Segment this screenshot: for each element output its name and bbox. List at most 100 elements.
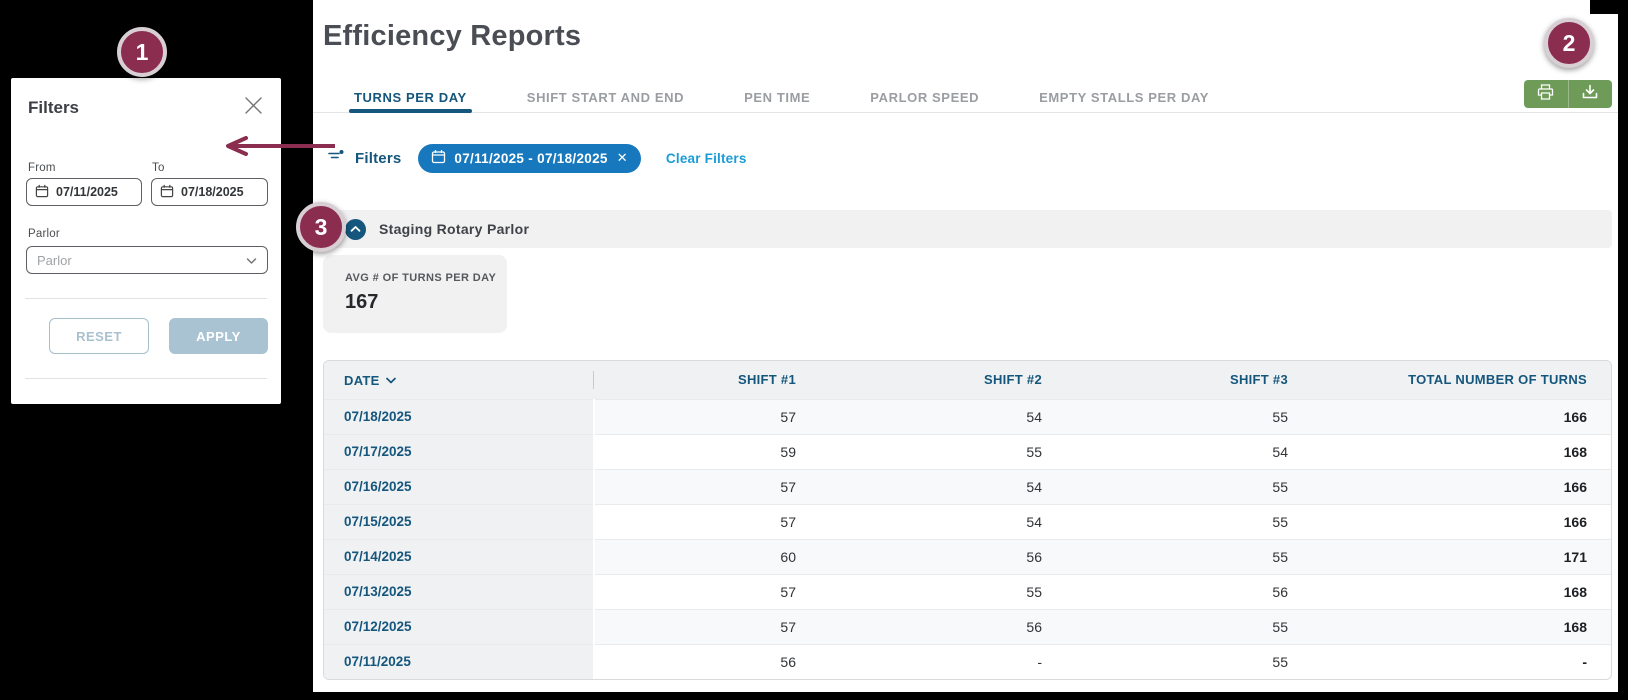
shift2-value: 56 bbox=[820, 539, 1066, 574]
from-label: From bbox=[28, 162, 56, 174]
download-icon bbox=[1582, 84, 1598, 105]
total-turns-value: 168 bbox=[1312, 574, 1611, 609]
tab-label: EMPTY STALLS PER DAY bbox=[1039, 90, 1209, 105]
date-range-text: 07/11/2025 - 07/18/2025 bbox=[454, 151, 607, 166]
from-date-input[interactable]: 07/11/2025 bbox=[26, 178, 142, 206]
column-header-shift3: SHIFT #3 bbox=[1066, 361, 1312, 399]
total-turns-value: 166 bbox=[1312, 469, 1611, 504]
table-row: 07/13/2025 57 55 56 168 bbox=[324, 574, 1611, 609]
tab-label: SHIFT START AND END bbox=[527, 90, 684, 105]
annotation-arrow bbox=[220, 135, 338, 157]
annotation-circle-3: 3 bbox=[296, 202, 346, 252]
date-link[interactable]: 07/12/2025 bbox=[324, 609, 594, 644]
parlor-select-placeholder: Parlor bbox=[37, 253, 72, 268]
total-turns-value: 171 bbox=[1312, 539, 1611, 574]
date-link[interactable]: 07/13/2025 bbox=[324, 574, 594, 609]
parlor-select[interactable]: Parlor bbox=[26, 246, 268, 274]
date-link[interactable]: 07/17/2025 bbox=[324, 434, 594, 469]
tab-label: TURNS PER DAY bbox=[354, 90, 467, 105]
shift3-value: 55 bbox=[1066, 609, 1312, 644]
shift2-value: 55 bbox=[820, 434, 1066, 469]
download-button[interactable] bbox=[1568, 80, 1613, 108]
report-tab[interactable]: PEN TIME bbox=[744, 82, 810, 112]
report-tab[interactable]: PARLOR SPEED bbox=[870, 82, 979, 112]
shift3-value: 56 bbox=[1066, 574, 1312, 609]
shift2-value: 55 bbox=[820, 574, 1066, 609]
report-tab[interactable]: TURNS PER DAY bbox=[354, 82, 467, 112]
shift1-value: 57 bbox=[594, 574, 820, 609]
table-row: 07/12/2025 57 56 55 168 bbox=[324, 609, 1611, 644]
efficiency-reports-pane: Efficiency Reports TURNS PER DAY SHIFT S… bbox=[313, 0, 1618, 692]
shift3-value: 55 bbox=[1066, 399, 1312, 434]
filters-panel-title: Filters bbox=[28, 98, 79, 118]
date-link[interactable]: 07/11/2025 bbox=[324, 644, 594, 679]
calendar-icon bbox=[160, 184, 174, 201]
avg-turns-value: 167 bbox=[345, 291, 507, 314]
report-tab[interactable]: EMPTY STALLS PER DAY bbox=[1039, 82, 1209, 112]
remove-filter-icon[interactable]: ✕ bbox=[617, 150, 628, 166]
column-header-date[interactable]: DATE bbox=[324, 361, 594, 399]
reset-button[interactable]: RESET bbox=[49, 318, 149, 354]
total-turns-value: 168 bbox=[1312, 609, 1611, 644]
total-turns-value: 166 bbox=[1312, 399, 1611, 434]
report-tab[interactable]: SHIFT START AND END bbox=[527, 82, 684, 112]
shift3-value: 55 bbox=[1066, 504, 1312, 539]
filters-bar-label[interactable]: Filters bbox=[355, 150, 401, 167]
close-icon[interactable] bbox=[244, 96, 263, 120]
date-link[interactable]: 07/16/2025 bbox=[324, 469, 594, 504]
from-date-value: 07/11/2025 bbox=[56, 185, 118, 199]
tab-label: PARLOR SPEED bbox=[870, 90, 979, 105]
divider bbox=[25, 378, 267, 379]
to-date-input[interactable]: 07/18/2025 bbox=[151, 178, 268, 206]
apply-button[interactable]: APPLY bbox=[169, 318, 268, 354]
tab-bar: TURNS PER DAY SHIFT START AND END PEN TI… bbox=[313, 82, 1618, 113]
avg-turns-label: AVG # OF TURNS PER DAY bbox=[345, 272, 507, 284]
chevron-down-icon bbox=[246, 253, 257, 268]
calendar-icon bbox=[431, 149, 446, 167]
table-row: 07/11/2025 56 - 55 - bbox=[324, 644, 1611, 679]
annotation-circle-1: 1 bbox=[117, 27, 167, 77]
table-header-row: DATE SHIFT #1 SHIFT #2 SHIFT #3 TOTAL NU… bbox=[324, 361, 1611, 399]
total-turns-value: - bbox=[1312, 644, 1611, 679]
parlor-section-header[interactable]: Staging Rotary Parlor bbox=[323, 210, 1612, 248]
shift1-value: 56 bbox=[594, 644, 820, 679]
table-row: 07/18/2025 57 54 55 166 bbox=[324, 399, 1611, 434]
turns-per-day-table: DATE SHIFT #1 SHIFT #2 SHIFT #3 TOTAL NU… bbox=[323, 360, 1612, 680]
sort-chevron-icon[interactable] bbox=[386, 372, 396, 387]
shift3-value: 55 bbox=[1066, 644, 1312, 679]
shift1-value: 57 bbox=[594, 504, 820, 539]
shift1-value: 57 bbox=[594, 609, 820, 644]
date-link[interactable]: 07/14/2025 bbox=[324, 539, 594, 574]
total-turns-value: 166 bbox=[1312, 504, 1611, 539]
date-link[interactable]: 07/18/2025 bbox=[324, 399, 594, 434]
page-title: Efficiency Reports bbox=[323, 20, 581, 53]
clear-filters-link[interactable]: Clear Filters bbox=[666, 151, 747, 166]
print-button[interactable] bbox=[1524, 80, 1568, 108]
parlor-section-title: Staging Rotary Parlor bbox=[379, 221, 529, 237]
shift3-value: 55 bbox=[1066, 539, 1312, 574]
shift2-value: - bbox=[820, 644, 1066, 679]
date-link[interactable]: 07/15/2025 bbox=[324, 504, 594, 539]
date-range-filter-chip[interactable]: 07/11/2025 - 07/18/2025 ✕ bbox=[418, 144, 641, 173]
export-button-group bbox=[1524, 80, 1612, 108]
avg-turns-card: AVG # OF TURNS PER DAY 167 bbox=[323, 255, 507, 333]
table-row: 07/17/2025 59 55 54 168 bbox=[324, 434, 1611, 469]
calendar-icon bbox=[35, 184, 49, 201]
to-date-value: 07/18/2025 bbox=[181, 185, 244, 199]
divider bbox=[25, 298, 267, 299]
shift3-value: 54 bbox=[1066, 434, 1312, 469]
shift2-value: 56 bbox=[820, 609, 1066, 644]
chevron-up-icon bbox=[350, 225, 361, 233]
table-row: 07/14/2025 60 56 55 171 bbox=[324, 539, 1611, 574]
shift2-value: 54 bbox=[820, 469, 1066, 504]
shift1-value: 57 bbox=[594, 469, 820, 504]
shift2-value: 54 bbox=[820, 399, 1066, 434]
shift1-value: 60 bbox=[594, 539, 820, 574]
column-header-total: TOTAL NUMBER OF TURNS bbox=[1312, 361, 1611, 399]
total-turns-value: 168 bbox=[1312, 434, 1611, 469]
annotation-circle-2: 2 bbox=[1544, 18, 1594, 68]
to-label: To bbox=[152, 162, 165, 174]
collapse-section-button[interactable] bbox=[345, 219, 366, 240]
table-row: 07/15/2025 57 54 55 166 bbox=[324, 504, 1611, 539]
shift1-value: 57 bbox=[594, 399, 820, 434]
